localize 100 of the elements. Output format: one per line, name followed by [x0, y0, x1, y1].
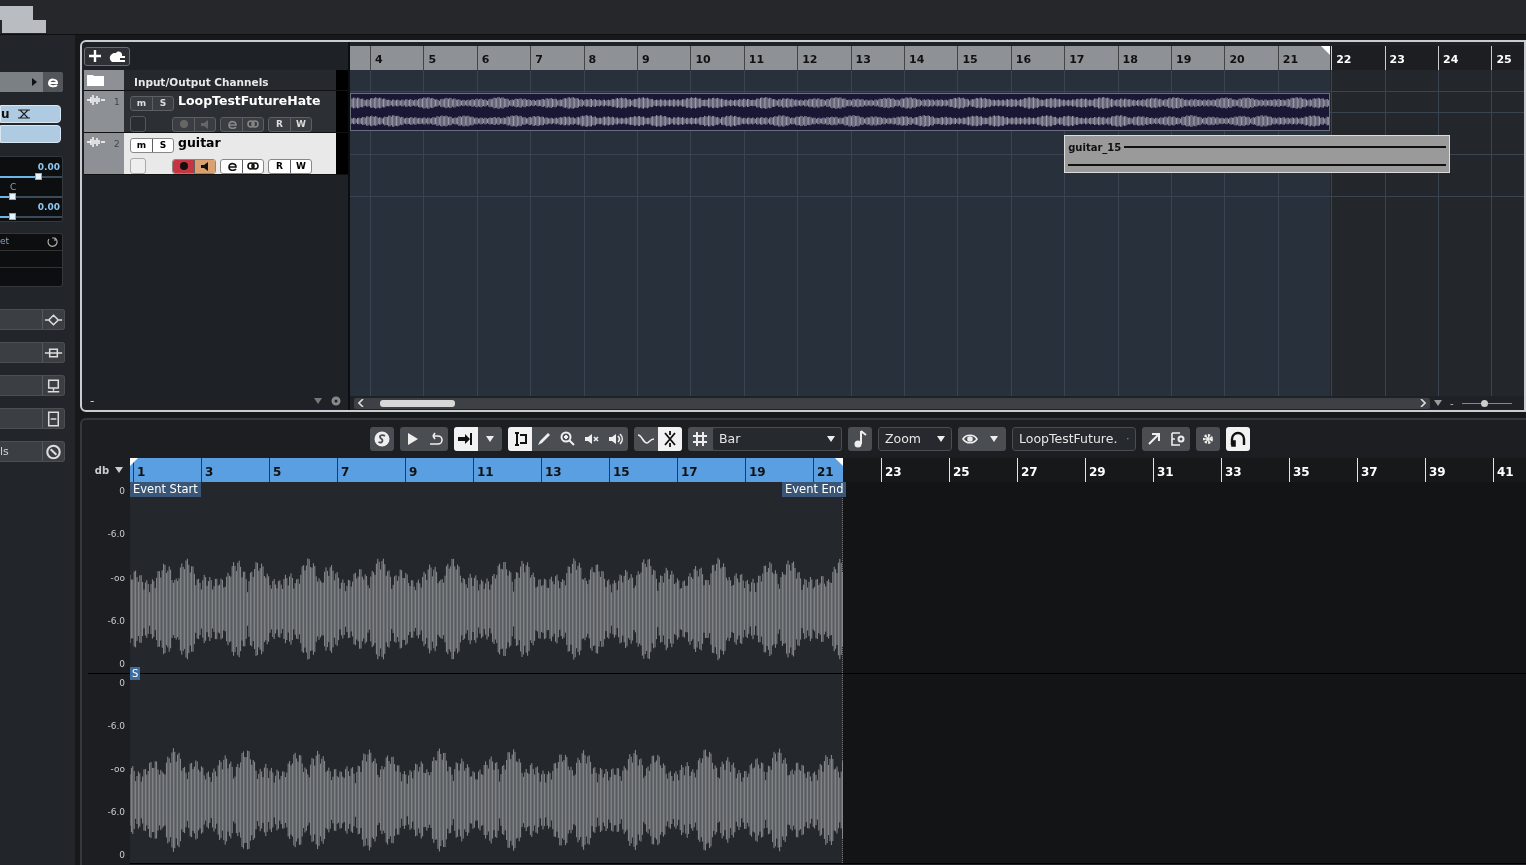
bar-number: 19	[1171, 46, 1192, 70]
zoom-dropdown[interactable]: Zoom	[878, 427, 952, 451]
selection-tool-icon	[457, 430, 475, 448]
bar-number: 20	[1224, 46, 1245, 70]
headphones-icon	[1229, 430, 1247, 448]
event-label: guitar_15	[1068, 140, 1125, 155]
caret-down-icon	[937, 436, 945, 442]
caret-down-icon	[314, 398, 322, 404]
level-scale-label: -oo	[110, 763, 125, 775]
caret-down-icon	[115, 467, 124, 473]
grid-icon	[691, 430, 709, 448]
audio-event[interactable]	[350, 93, 1331, 131]
value-label: 0.00	[36, 202, 61, 213]
bar-number: 18	[1117, 46, 1138, 70]
event-dropdown[interactable]: LoopTestFuture.	[1012, 427, 1136, 451]
audio-event[interactable]: guitar_15	[1064, 135, 1450, 173]
record-enable-button[interactable]	[173, 159, 194, 173]
bar-number: 10	[690, 46, 711, 70]
toggle-button[interactable]	[0, 125, 61, 143]
cross-icon	[16, 109, 31, 119]
loop-icon	[427, 430, 445, 448]
solo-button[interactable]: S	[152, 139, 173, 152]
pan-value: C	[9, 182, 18, 193]
track-color-box[interactable]	[130, 116, 146, 132]
waveform-icon	[87, 136, 105, 148]
reset-icon	[46, 236, 58, 248]
horizontal-scrollbar[interactable]	[354, 397, 1430, 409]
bar-number: 25	[1491, 46, 1512, 70]
caret-down-icon	[1434, 400, 1442, 406]
edit-icon	[226, 161, 237, 171]
bar-number: 17	[1064, 46, 1085, 70]
inspector-section[interactable]	[0, 375, 65, 396]
bar-number: 12	[797, 46, 818, 70]
read-button[interactable]: R	[269, 159, 290, 173]
section-label: ls	[0, 445, 9, 458]
settings-icon	[330, 395, 342, 407]
lane-button[interactable]: u	[0, 105, 61, 123]
timeline-ruler[interactable]: 1 3 5 7 9 11 13 15 17 19 21 23 25 27 29 31 33 35 37 39 41	[130, 458, 1526, 482]
bar-number: 8	[583, 46, 597, 70]
selection-tool-button[interactable]	[454, 427, 478, 451]
level-scale-label: -oo	[110, 571, 125, 584]
section-label: et	[0, 235, 10, 249]
slider-thumb[interactable]	[8, 193, 16, 200]
cross-icon	[661, 430, 679, 448]
level-scale-label: 0	[119, 849, 125, 861]
write-button[interactable]: W	[290, 117, 311, 131]
volume-value: 0.00	[36, 162, 61, 173]
link-icon	[247, 120, 259, 128]
pencil-icon	[535, 430, 553, 448]
slider-thumb[interactable]	[35, 173, 43, 180]
zoom-icon	[559, 430, 577, 448]
scrollbar-thumb[interactable]	[380, 399, 455, 407]
range-tool-button[interactable]	[508, 427, 532, 451]
inspector-section[interactable]	[0, 342, 65, 363]
timeline-ruler[interactable]: 4 5 6 7 8 9 10 11 12 13 14 15 16 17 18 19 20 21 22 23 24 25	[350, 46, 1524, 70]
mute-button[interactable]: m	[131, 139, 152, 152]
audition-button[interactable]	[1226, 427, 1250, 451]
solo-icon	[373, 430, 391, 448]
bar-number: 16	[1010, 46, 1032, 70]
link-icon	[247, 162, 259, 170]
read-button[interactable]: R	[269, 117, 290, 131]
bar-number: 11	[743, 46, 765, 70]
bar-number: 24	[1438, 46, 1459, 70]
snap-button[interactable]	[658, 427, 682, 451]
cycle-marker-icon	[1321, 46, 1331, 55]
sync-marker[interactable]: S	[130, 667, 141, 680]
caret-down-icon	[827, 436, 835, 442]
speaker-icon	[201, 161, 209, 171]
solo-button[interactable]: S	[152, 97, 173, 110]
write-button[interactable]: W	[290, 159, 311, 173]
track-name: Input/Output Channels	[124, 70, 336, 90]
zoom-out-button[interactable]: -	[90, 392, 306, 410]
automation-icon	[43, 311, 64, 328]
grid-type-dropdown[interactable]: Bar	[712, 427, 842, 451]
triangle-icon	[32, 78, 37, 86]
event-end-label: Event End	[782, 482, 847, 497]
edit-icon	[226, 119, 237, 129]
mute-button[interactable]: m	[131, 97, 152, 110]
level-scale-label: -6.0	[107, 806, 125, 818]
dot-icon	[179, 162, 188, 170]
disable-icon	[43, 443, 64, 460]
track-color-box[interactable]	[130, 158, 146, 174]
track-name: LoopTestFutureHate	[178, 93, 321, 108]
level-scale-label: -6.0	[107, 614, 125, 627]
bar-number: 14	[904, 46, 925, 70]
slider-thumb[interactable]	[8, 213, 16, 220]
slider-thumb[interactable]	[1481, 399, 1489, 407]
unit-label: db	[94, 463, 110, 478]
inspector-section[interactable]	[0, 309, 65, 330]
bar-number: 9	[637, 46, 650, 70]
bar-number: 23	[1384, 46, 1405, 70]
bar-number: 6	[476, 46, 490, 70]
inspector-section[interactable]: ls	[0, 441, 65, 462]
level-scale-label: 0	[119, 677, 125, 689]
inspector-header[interactable]	[0, 72, 63, 92]
level-scale-label: -6.0	[107, 720, 125, 732]
bar-number: 13	[850, 46, 871, 70]
inspector-section[interactable]	[0, 408, 65, 429]
edit-button[interactable]	[43, 72, 63, 92]
monitor-button[interactable]	[194, 159, 215, 173]
